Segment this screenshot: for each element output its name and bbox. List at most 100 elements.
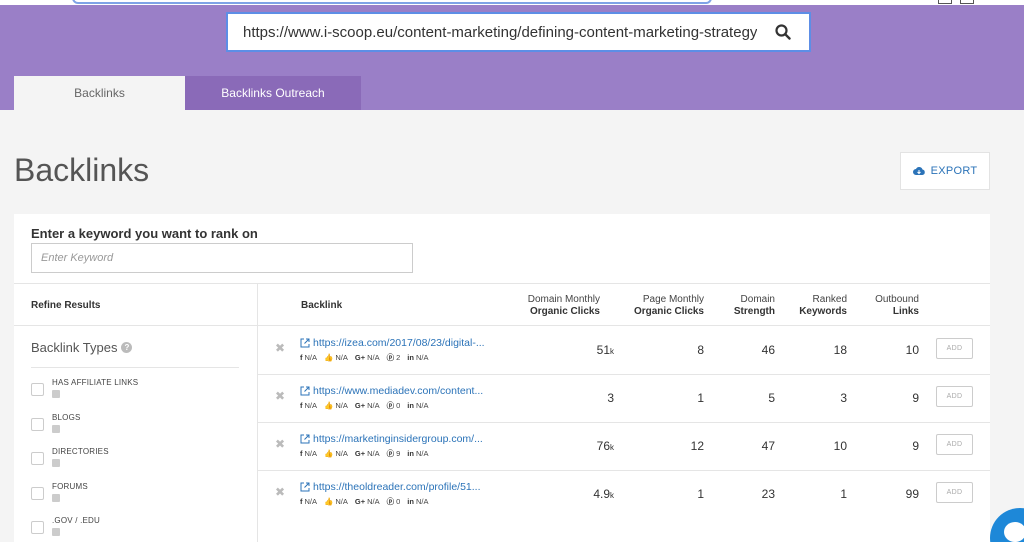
google-plus-icon: G+ <box>354 401 366 410</box>
thumbs-up-icon: 👍 <box>324 353 334 362</box>
add-button[interactable]: ADD <box>936 482 973 503</box>
external-link-icon <box>300 434 310 444</box>
checkbox[interactable] <box>31 521 44 534</box>
filter-label: FORUMS <box>52 482 88 491</box>
domain-strength-value: 23 <box>761 487 775 501</box>
backlink-types-title: Backlink Types ? <box>31 340 133 355</box>
column-header-backlink[interactable]: Backlink <box>301 300 342 312</box>
tab-backlinks[interactable]: Backlinks <box>14 76 185 110</box>
google-plus-icon: G+ <box>354 353 366 362</box>
filter-directories[interactable]: DIRECTORIES <box>31 447 109 477</box>
remove-icon[interactable]: ✖ <box>275 342 285 354</box>
keyword-input[interactable] <box>31 243 413 273</box>
remove-icon[interactable]: ✖ <box>275 486 285 498</box>
chat-icon <box>1004 522 1024 542</box>
outbound-links-value: 10 <box>905 343 919 357</box>
tab-bar: Backlinks Backlinks Outreach <box>14 76 361 110</box>
thumbs-up-icon: 👍 <box>324 401 334 410</box>
outbound-links-value: 9 <box>912 439 919 453</box>
search-icon <box>775 24 791 40</box>
filter-label: HAS AFFILIATE LINKS <box>52 378 139 387</box>
filter-gov-edu[interactable]: .GOV / .EDU <box>31 516 100 542</box>
domain-clicks-value: 76k <box>596 439 614 453</box>
search-button[interactable] <box>757 14 809 50</box>
export-button[interactable]: EXPORT <box>900 152 990 190</box>
linkedin-icon: in <box>407 353 414 362</box>
add-button[interactable]: ADD <box>936 434 973 455</box>
facebook-icon: f <box>300 497 303 506</box>
domain-clicks-value: 4.9k <box>593 487 614 501</box>
main-panel: Enter a keyword you want to rank on Refi… <box>14 214 990 542</box>
filter-blogs[interactable]: BLOGS <box>31 413 81 443</box>
google-plus-metric: G+ N/A <box>354 449 380 458</box>
column-header-outbound-links[interactable]: Outbound Links <box>859 294 919 318</box>
facebook-icon: f <box>300 401 303 410</box>
facebook-metric: f N/A <box>300 353 318 362</box>
remove-icon[interactable]: ✖ <box>275 390 285 402</box>
domain-clicks-value: 51k <box>596 343 614 357</box>
external-link-icon <box>300 386 310 396</box>
facebook-icon: f <box>300 449 303 458</box>
google-plus-metric: G+ N/A <box>354 497 380 506</box>
add-button[interactable]: ADD <box>936 386 973 407</box>
backlink-url[interactable]: https://izea.com/2017/08/23/digital-... <box>300 337 485 349</box>
table-row: ✖ https://theoldreader.com/profile/51...… <box>258 470 990 518</box>
checkbox[interactable] <box>31 418 44 431</box>
filter-has-affiliate-links[interactable]: HAS AFFILIATE LINKS <box>31 378 138 408</box>
keyword-label: Enter a keyword you want to rank on <box>31 226 258 241</box>
backlink-url[interactable]: https://www.mediadev.com/content... <box>300 385 483 397</box>
linkedin-icon: in <box>407 401 414 410</box>
thumbs-up-icon: 👍 <box>324 449 334 458</box>
social-metrics: f N/A 👍 N/A G+ N/A ⓟ 9 in N/A <box>300 448 428 459</box>
pinterest-icon: ⓟ <box>386 401 395 410</box>
refine-results-title: Refine Results <box>31 300 101 311</box>
like-metric: 👍 N/A <box>324 401 348 410</box>
table-row: ✖ https://marketinginsidergroup.com/... … <box>258 422 990 470</box>
external-link-icon <box>300 338 310 348</box>
chat-widget-button[interactable] <box>990 508 1024 542</box>
google-plus-metric: G+ N/A <box>354 401 380 410</box>
domain-clicks-value: 3 <box>607 391 614 405</box>
divider <box>14 283 990 284</box>
remove-icon[interactable]: ✖ <box>275 438 285 450</box>
like-metric: 👍 N/A <box>324 449 348 458</box>
page-clicks-value: 1 <box>697 487 704 501</box>
facebook-metric: f N/A <box>300 497 318 506</box>
backlink-url[interactable]: https://marketinginsidergroup.com/... <box>300 433 483 445</box>
google-plus-icon: G+ <box>354 497 366 506</box>
filter-count-badge <box>52 390 60 398</box>
google-plus-icon: G+ <box>354 449 366 458</box>
backlink-types-label: Backlink Types <box>31 340 118 355</box>
external-link-icon <box>300 482 310 492</box>
checkbox[interactable] <box>31 487 44 500</box>
add-button[interactable]: ADD <box>936 338 973 359</box>
column-header-ranked-keywords[interactable]: Ranked Keywords <box>784 294 847 318</box>
help-icon[interactable]: ? <box>121 342 133 353</box>
tab-backlinks-outreach[interactable]: Backlinks Outreach <box>185 76 361 110</box>
export-label: EXPORT <box>930 165 978 177</box>
linkedin-metric: in N/A <box>407 449 429 458</box>
social-metrics: f N/A 👍 N/A G+ N/A ⓟ 0 in N/A <box>300 400 428 411</box>
divider <box>31 367 239 368</box>
pinterest-icon: ⓟ <box>386 353 395 362</box>
divider <box>14 325 257 326</box>
url-input[interactable] <box>228 23 757 41</box>
outbound-links-value: 9 <box>912 391 919 405</box>
checkbox[interactable] <box>31 383 44 396</box>
column-header-page-clicks[interactable]: Page Monthly Organic Clicks <box>614 294 704 318</box>
domain-strength-value: 46 <box>761 343 775 357</box>
ranked-keywords-value: 10 <box>833 439 847 453</box>
ranked-keywords-value: 18 <box>833 343 847 357</box>
page-clicks-value: 12 <box>690 439 704 453</box>
like-metric: 👍 N/A <box>324 497 348 506</box>
filter-forums[interactable]: FORUMS <box>31 482 88 512</box>
column-header-domain-strength[interactable]: Domain Strength <box>714 294 775 318</box>
linkedin-icon: in <box>407 497 414 506</box>
column-header-domain-clicks[interactable]: Domain Monthly Organic Clicks <box>490 294 600 318</box>
backlink-url[interactable]: https://theoldreader.com/profile/51... <box>300 481 481 493</box>
pinterest-icon: ⓟ <box>386 497 395 506</box>
filter-label: .GOV / .EDU <box>52 516 100 525</box>
browser-top-icons <box>938 0 974 4</box>
pinterest-metric: ⓟ 0 <box>386 401 401 410</box>
checkbox[interactable] <box>31 452 44 465</box>
